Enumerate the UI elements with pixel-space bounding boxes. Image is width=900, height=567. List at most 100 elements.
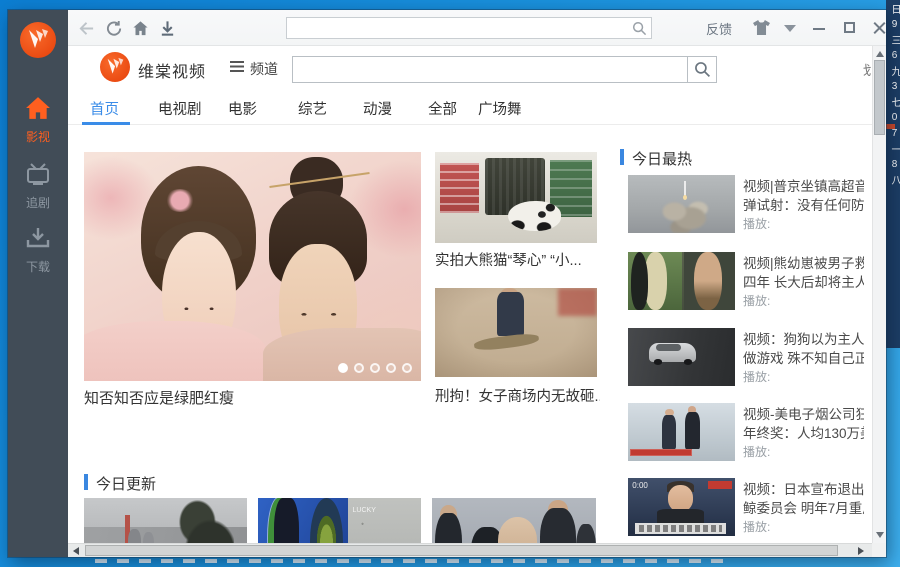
browser-viewport: 维棠视频 频道 划 首页 电视剧 电影 综艺 动漫 全部 广场舞 知否知否应是绿… <box>68 46 886 543</box>
clipped-edge-text: 划 <box>863 63 871 76</box>
hot-item-thumb-bear <box>628 252 735 310</box>
hamburger-icon[interactable] <box>230 61 244 72</box>
minimize-button[interactable] <box>810 19 830 37</box>
hot-list-item[interactable]: 0:00 视频：日本宣布退出国 鲸委员会 明年7月重启 播放: <box>620 478 864 543</box>
feedback-button[interactable]: 反馈 <box>706 19 732 38</box>
play-count-label: 播放: <box>743 520 771 534</box>
toolbar-search-box <box>286 17 652 39</box>
thumb-art-detail <box>507 201 562 232</box>
section-accent-bar <box>620 149 624 165</box>
hot-list-item[interactable]: 视频-美电子烟公司狂发 年终奖：人均130万美元 播放: <box>620 403 864 475</box>
menu-caret-icon[interactable] <box>784 25 796 32</box>
hero-caption[interactable]: 知否知否应是绿肥红瘦 <box>84 387 421 408</box>
sidebar-item-label: 下载 <box>25 260 50 274</box>
tab-square-dance[interactable]: 广场舞 <box>478 98 522 119</box>
scroll-right-arrow-icon[interactable] <box>858 547 864 555</box>
hero-art-detail <box>164 188 196 212</box>
maximize-button[interactable] <box>840 19 860 37</box>
desktop-dashes-decoration <box>95 559 725 563</box>
video-time-overlay: 0:00 <box>632 481 648 491</box>
thumb-art-detail <box>630 449 693 456</box>
scroll-down-arrow-icon[interactable] <box>876 532 884 538</box>
app-window: 影视 追剧 下载 反馈 维棠视频 频道 划 首页 电视剧 电影 综艺 动漫 全部… <box>8 10 886 557</box>
horizontal-scrollbar-thumb[interactable] <box>85 545 838 556</box>
thumb-art-detail <box>558 288 597 317</box>
horizontal-scrollbar[interactable] <box>68 543 872 557</box>
hero-carousel[interactable] <box>84 152 421 381</box>
hot-list-item[interactable]: 视频|熊幼崽被男子救起 四年 长大后却将主人咬 播放: <box>620 252 864 324</box>
thumb-art-detail <box>496 291 525 337</box>
thumb-art-detail <box>653 359 663 365</box>
toolbar-search-input[interactable] <box>291 18 626 38</box>
play-count-label: 播放: <box>743 445 771 459</box>
hot-item-thumb-dog-car <box>628 328 735 386</box>
tab-movies[interactable]: 电影 <box>228 98 257 119</box>
hot-list-item[interactable]: 视频|普京坐镇高超音速 弹试射：没有任何防御 播放: <box>620 175 864 247</box>
vertical-scrollbar[interactable] <box>872 46 886 543</box>
tv-icon <box>27 163 49 185</box>
sidebar-item-downloads[interactable]: 下载 <box>8 226 68 275</box>
play-count-label: 播放: <box>743 370 771 384</box>
carousel-dot[interactable] <box>370 363 380 373</box>
tab-anime[interactable]: 动漫 <box>363 98 392 119</box>
sidebar-item-follow-dramas[interactable]: 追剧 <box>8 162 68 211</box>
update-thumb-street[interactable] <box>84 498 247 543</box>
app-sidebar: 影视 追剧 下载 <box>8 10 68 557</box>
carousel-dot[interactable] <box>354 363 364 373</box>
update-thumb-tv-studio[interactable]: LUCKY <box>258 498 421 543</box>
carousel-dot-active[interactable] <box>338 363 348 373</box>
hot-item-title: 年终奖：人均130万美元 <box>743 426 864 441</box>
thumb-art-detail <box>175 498 234 543</box>
hot-section-title: 今日最热 <box>632 151 693 168</box>
video-thumb-mall[interactable] <box>435 288 597 377</box>
hot-item-title: 视频|普京坐镇高超音速 <box>743 179 864 194</box>
scroll-up-arrow-icon[interactable] <box>876 51 884 57</box>
desktop: 日9三6九3七07一8八 影视 追剧 下载 反馈 维棠视频 频道 划 首页 电视… <box>0 0 900 567</box>
video-caption[interactable]: 实拍大熊猫“琴心” “小... <box>435 249 600 270</box>
hot-item-title: 弹试射：没有任何防御 <box>743 198 864 213</box>
carousel-dots <box>338 363 412 373</box>
tab-variety[interactable]: 综艺 <box>298 98 327 119</box>
hot-item-thumb-rocket <box>628 175 735 233</box>
shirt-skin-icon[interactable] <box>752 19 771 36</box>
hot-item-title: 视频|熊幼崽被男子救起 <box>743 256 864 271</box>
site-search-input[interactable] <box>298 58 682 81</box>
sidebar-item-movies[interactable]: 影视 <box>8 96 68 145</box>
thumb-art-detail <box>694 252 723 310</box>
tab-all[interactable]: 全部 <box>428 98 457 119</box>
scroll-left-arrow-icon[interactable] <box>73 547 79 555</box>
tab-tv-series[interactable]: 电视剧 <box>158 98 202 119</box>
site-logo-icon[interactable] <box>100 52 130 82</box>
back-icon[interactable] <box>78 20 95 37</box>
hot-item-title: 做游戏 殊不知自己正在 <box>743 351 864 366</box>
site-brand-name[interactable]: 维棠视频 <box>138 58 206 82</box>
background-window-red-mark <box>886 124 895 129</box>
site-search-box <box>292 56 688 83</box>
thumb-art-detail <box>708 481 732 489</box>
download-icon[interactable] <box>159 20 176 37</box>
update-thumb-crowd[interactable] <box>432 498 596 543</box>
thumb-art-detail <box>473 332 540 353</box>
home-nav-icon[interactable] <box>132 20 149 37</box>
thumb-art-detail <box>439 162 479 213</box>
channel-link[interactable]: 频道 <box>250 59 278 79</box>
hot-item-title: 视频：狗狗以为主人在 <box>743 332 864 347</box>
download-tray-icon <box>26 228 50 248</box>
video-caption[interactable]: 刑拘！女子商场内无故砸... <box>435 385 600 406</box>
tab-home[interactable]: 首页 <box>90 98 119 119</box>
hot-list-item[interactable]: 视频：狗狗以为主人在 做游戏 殊不知自己正在 播放: <box>620 328 864 400</box>
play-count-label: 播放: <box>743 294 771 308</box>
thumb-art-detail <box>435 513 462 543</box>
search-icon <box>695 62 711 78</box>
carousel-dot[interactable] <box>386 363 396 373</box>
vertical-scrollbar-thumb[interactable] <box>874 60 885 135</box>
hot-item-title: 视频：日本宣布退出国 <box>743 482 864 497</box>
app-logo-icon <box>20 22 56 58</box>
close-button[interactable] <box>870 19 890 37</box>
site-search-button[interactable] <box>687 56 717 83</box>
search-icon[interactable] <box>632 21 647 36</box>
scrollbar-corner <box>872 543 886 557</box>
refresh-icon[interactable] <box>106 20 123 37</box>
video-thumb-panda[interactable] <box>435 152 597 243</box>
carousel-dot[interactable] <box>402 363 412 373</box>
